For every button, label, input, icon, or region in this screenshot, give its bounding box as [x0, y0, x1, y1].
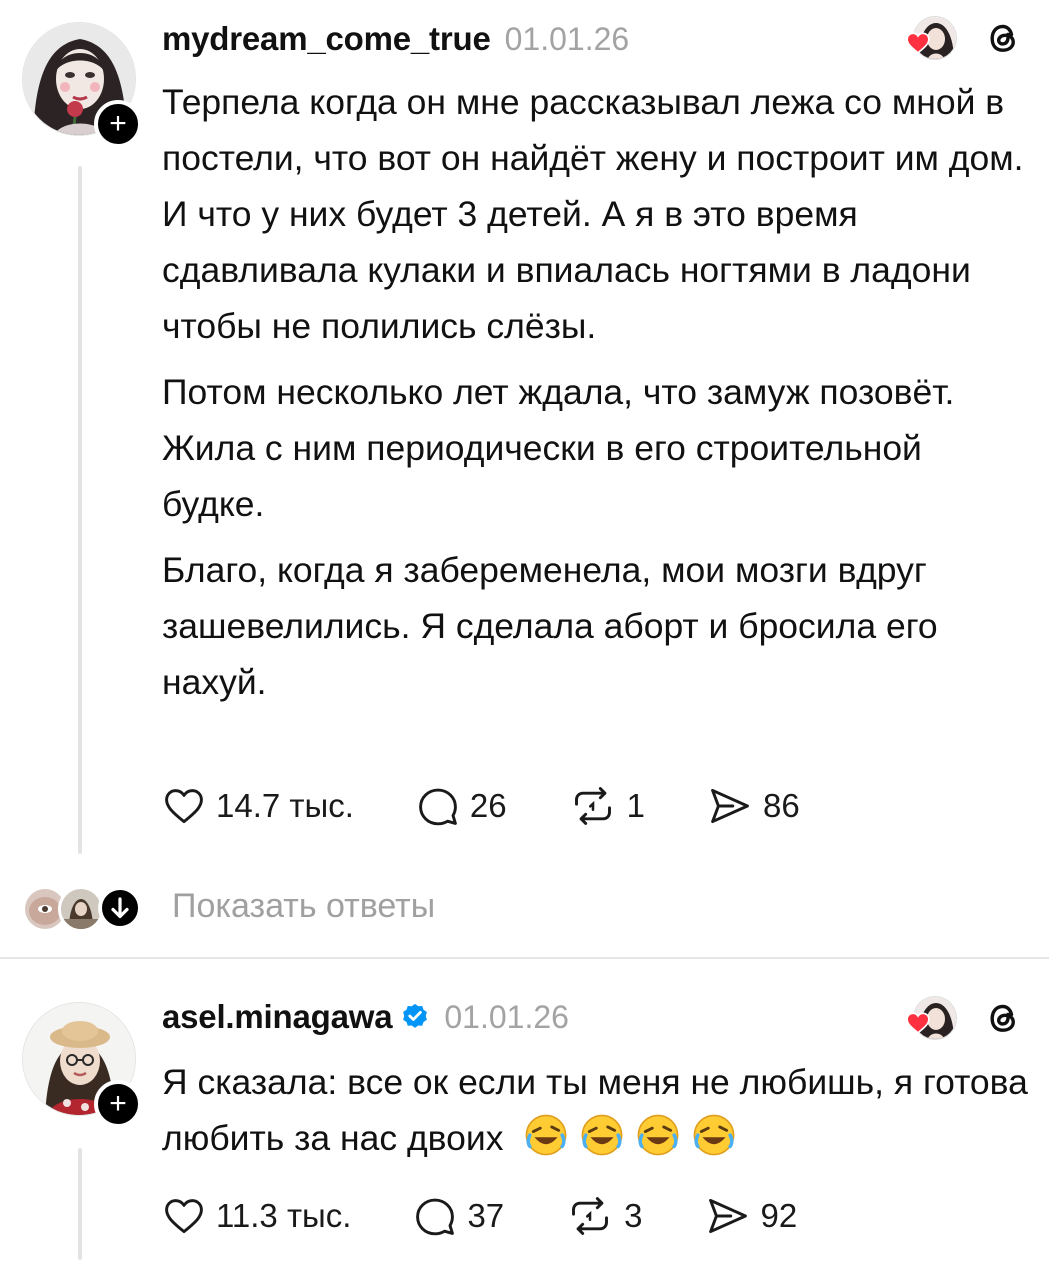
- repost-count: 3: [624, 1197, 643, 1234]
- post-date: 01.01.26: [504, 21, 630, 57]
- comment-icon: [419, 788, 457, 826]
- follow-plus-button[interactable]: +: [94, 1080, 142, 1128]
- like-count: 14.7 тыс.: [216, 787, 354, 824]
- divider: [0, 957, 1049, 959]
- post-actions: 14.7 тыс. 26 1 86: [162, 784, 800, 828]
- verified-badge-icon: [403, 1003, 428, 1028]
- repost-icon: [572, 1197, 609, 1235]
- post-paragraph: Терпела когда он мне рассказывал лежа со…: [162, 82, 1024, 346]
- post-header: mydream_come_true 01.01.26: [162, 20, 629, 58]
- arrow-down-icon: [111, 897, 129, 919]
- repost-button[interactable]: 1: [569, 784, 645, 828]
- repost-count: 1: [626, 787, 645, 824]
- rofl-emoji-icon: [637, 1114, 679, 1156]
- heart-icon: [906, 1012, 930, 1034]
- rofl-emoji-icon: [693, 1114, 735, 1156]
- rofl-emoji-icon: [525, 1114, 567, 1156]
- comment-button[interactable]: 26: [416, 784, 507, 828]
- share-count: 86: [762, 787, 800, 824]
- threads-icon[interactable]: [983, 18, 1023, 58]
- heart-outline-icon: [165, 1199, 203, 1234]
- username[interactable]: asel.minagawa: [162, 998, 393, 1036]
- plus-icon: +: [109, 1087, 127, 1120]
- post-body: Терпела когда он мне рассказывал лежа со…: [162, 74, 1032, 720]
- liked-by-indicator[interactable]: [891, 16, 957, 60]
- follow-plus-button[interactable]: +: [94, 100, 142, 148]
- like-button[interactable]: 14.7 тыс.: [162, 784, 354, 828]
- comment-button[interactable]: 37: [413, 1194, 504, 1238]
- post-actions: 11.3 тыс. 37 3 92: [162, 1194, 797, 1238]
- comment-icon: [416, 1198, 455, 1236]
- share-button[interactable]: 92: [705, 1194, 798, 1238]
- heart-outline-icon: [165, 789, 203, 824]
- share-icon: [708, 1198, 747, 1234]
- comment-count: 26: [469, 787, 507, 824]
- rofl-emoji-icon: [581, 1114, 623, 1156]
- liked-by-indicator[interactable]: [891, 996, 957, 1040]
- post-paragraph: Я сказала: все ок если ты меня не любишь…: [162, 1054, 1032, 1166]
- post-paragraph: Потом несколько лет ждала, что замуж поз…: [162, 372, 955, 524]
- plus-icon: +: [109, 107, 127, 140]
- thread-line: [78, 1148, 82, 1260]
- username[interactable]: mydream_come_true: [162, 20, 491, 58]
- comment-count: 37: [467, 1197, 505, 1234]
- post-header: asel.minagawa 01.01.26: [162, 998, 569, 1036]
- like-button[interactable]: 11.3 тыс.: [162, 1194, 351, 1238]
- repost-button[interactable]: 3: [566, 1194, 643, 1238]
- expand-replies-button[interactable]: [98, 886, 142, 930]
- post-header-icons: [891, 16, 1023, 60]
- heart-icon: [906, 32, 930, 54]
- share-count: 92: [760, 1197, 798, 1234]
- share-icon: [711, 788, 749, 824]
- post-paragraph: Благо, когда я забеременела, мои мозги в…: [162, 550, 938, 702]
- threads-icon[interactable]: [983, 998, 1023, 1038]
- share-button[interactable]: 86: [707, 784, 800, 828]
- post-header-icons: [891, 996, 1023, 1040]
- post-date: 01.01.26: [444, 999, 569, 1035]
- post-body: Я сказала: все ок если ты меня не любишь…: [162, 1054, 1032, 1176]
- reply-avatars: [22, 882, 142, 932]
- thread-line: [78, 166, 82, 854]
- repost-icon: [574, 787, 611, 825]
- show-replies-row[interactable]: Показать ответы: [22, 878, 435, 934]
- show-replies-link[interactable]: Показать ответы: [172, 887, 435, 926]
- like-count: 11.3 тыс.: [216, 1197, 352, 1234]
